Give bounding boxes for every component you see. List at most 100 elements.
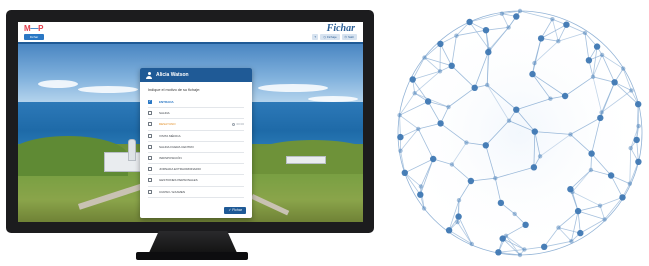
globe-node — [412, 91, 417, 96]
globe-node — [531, 128, 538, 135]
checkbox[interactable] — [148, 167, 152, 172]
clock-in-dialog: Alicia Watson Indique el motivo de su fi… — [140, 68, 252, 218]
option-jornada-extraordinario[interactable]: JORNADA EXTRAORDINARIO — [148, 164, 244, 176]
cloud — [78, 86, 138, 93]
fichar-submit-button[interactable]: ✓ Fichar — [224, 207, 246, 214]
globe-node — [635, 158, 642, 165]
globe-node — [401, 169, 408, 176]
monitor-base — [136, 252, 248, 260]
globe-node — [563, 21, 570, 28]
globe-node — [418, 184, 424, 189]
globe-node — [633, 136, 640, 144]
check-icon: ✓ — [148, 99, 152, 104]
globe-node — [582, 30, 588, 36]
globe-node — [430, 155, 437, 163]
checkbox[interactable] — [148, 156, 152, 161]
globe-node — [590, 74, 596, 80]
checkbox[interactable] — [148, 178, 152, 183]
globe-node — [513, 106, 520, 113]
option-desayuno[interactable]: DESAYUNO 00:00 — [148, 119, 244, 131]
info-button[interactable]: ? — [312, 34, 319, 40]
globe-node — [466, 18, 473, 26]
globe-node — [445, 227, 453, 234]
fichaje-button[interactable]: ◷ Fichaje — [320, 34, 340, 40]
globe-node — [437, 120, 444, 127]
globe-node — [493, 176, 498, 181]
globe-node — [602, 217, 607, 222]
globe-node — [422, 55, 427, 60]
option-visita-medica[interactable]: VISITA MÉDICA — [148, 131, 244, 142]
globe-node — [416, 126, 421, 132]
option-entrada[interactable]: ✓ ENTRADA — [148, 97, 244, 109]
globe-node — [455, 213, 462, 220]
option-label: CURSO / EXAMEN — [159, 189, 186, 194]
globe-node — [456, 198, 462, 203]
checkbox[interactable] — [148, 122, 152, 127]
app-logo: M—P — [24, 24, 44, 33]
clock-icon — [231, 122, 236, 127]
globe-node — [621, 66, 626, 71]
globe-node — [541, 243, 548, 250]
clock-icon: ◷ — [323, 35, 326, 39]
check-icon: ✓ — [228, 208, 232, 212]
globe-node — [469, 241, 474, 247]
option-label: VISITA MÉDICA — [159, 133, 181, 138]
info-icon: ? — [314, 35, 317, 39]
globe-node — [397, 133, 404, 141]
globe-node — [485, 82, 490, 88]
option-time: 00:00 — [231, 122, 244, 127]
globe-node — [503, 233, 509, 238]
globe-node — [635, 101, 642, 108]
globe-node — [588, 150, 595, 157]
option-indisposicion[interactable]: INDISPOSICIÓN — [148, 153, 244, 165]
option-label: SALIDA — [159, 111, 170, 116]
globe-node — [548, 96, 553, 101]
globe-node — [627, 181, 632, 186]
globe-node — [611, 79, 618, 86]
logout-label: Salir — [347, 35, 354, 39]
checkbox[interactable]: ✓ — [148, 99, 152, 105]
option-salida[interactable]: SALIDA — [148, 108, 244, 120]
checkbox[interactable] — [148, 133, 152, 138]
globe-node — [537, 154, 543, 159]
globe-node — [522, 221, 529, 228]
option-salida-fuera-centro[interactable]: SALIDA FUERA CENTRO — [148, 142, 244, 153]
globe-node — [499, 11, 505, 16]
checkbox[interactable] — [148, 144, 152, 149]
option-label: GESTIONES PERSONALES — [159, 178, 198, 183]
option-curso-examen[interactable]: CURSO / EXAMEN — [148, 187, 244, 198]
globe-node — [409, 76, 416, 83]
building — [104, 152, 144, 172]
globe-node — [517, 252, 523, 258]
globe-node — [448, 62, 455, 69]
top-actions: ? ◷ Fichaje ⏻ Salir — [312, 34, 357, 40]
globe-node — [421, 206, 427, 211]
globe-node — [529, 70, 536, 78]
app-menu-chip[interactable]: Fichar — [24, 34, 44, 40]
checkbox[interactable] — [148, 189, 152, 194]
globe-node — [593, 43, 601, 50]
globe-node — [471, 84, 478, 92]
globe-node — [599, 52, 605, 58]
globe-node — [619, 194, 626, 201]
globe-node — [449, 162, 455, 167]
globe-node — [597, 114, 604, 122]
globe-node — [487, 47, 492, 52]
globe-node — [607, 172, 615, 179]
option-label: JORNADA EXTRAORDINARIO — [159, 167, 202, 172]
user-name: Alicia Watson — [156, 72, 189, 78]
option-gestiones-personales[interactable]: GESTIONES PERSONALES — [148, 175, 244, 187]
globe-node — [569, 239, 574, 244]
logout-button[interactable]: ⏻ Salir — [341, 34, 357, 40]
globe-node — [522, 247, 527, 252]
globe-node — [561, 92, 569, 100]
cloud — [38, 80, 78, 88]
globe-node — [454, 33, 459, 38]
globe-node — [398, 148, 403, 153]
option-label: DESAYUNO — [159, 122, 176, 127]
brand-title: Fichar — [326, 23, 355, 34]
checkbox[interactable] — [148, 111, 152, 116]
globe-node — [417, 191, 424, 198]
globe-node — [629, 88, 634, 93]
globe-node — [556, 39, 561, 44]
